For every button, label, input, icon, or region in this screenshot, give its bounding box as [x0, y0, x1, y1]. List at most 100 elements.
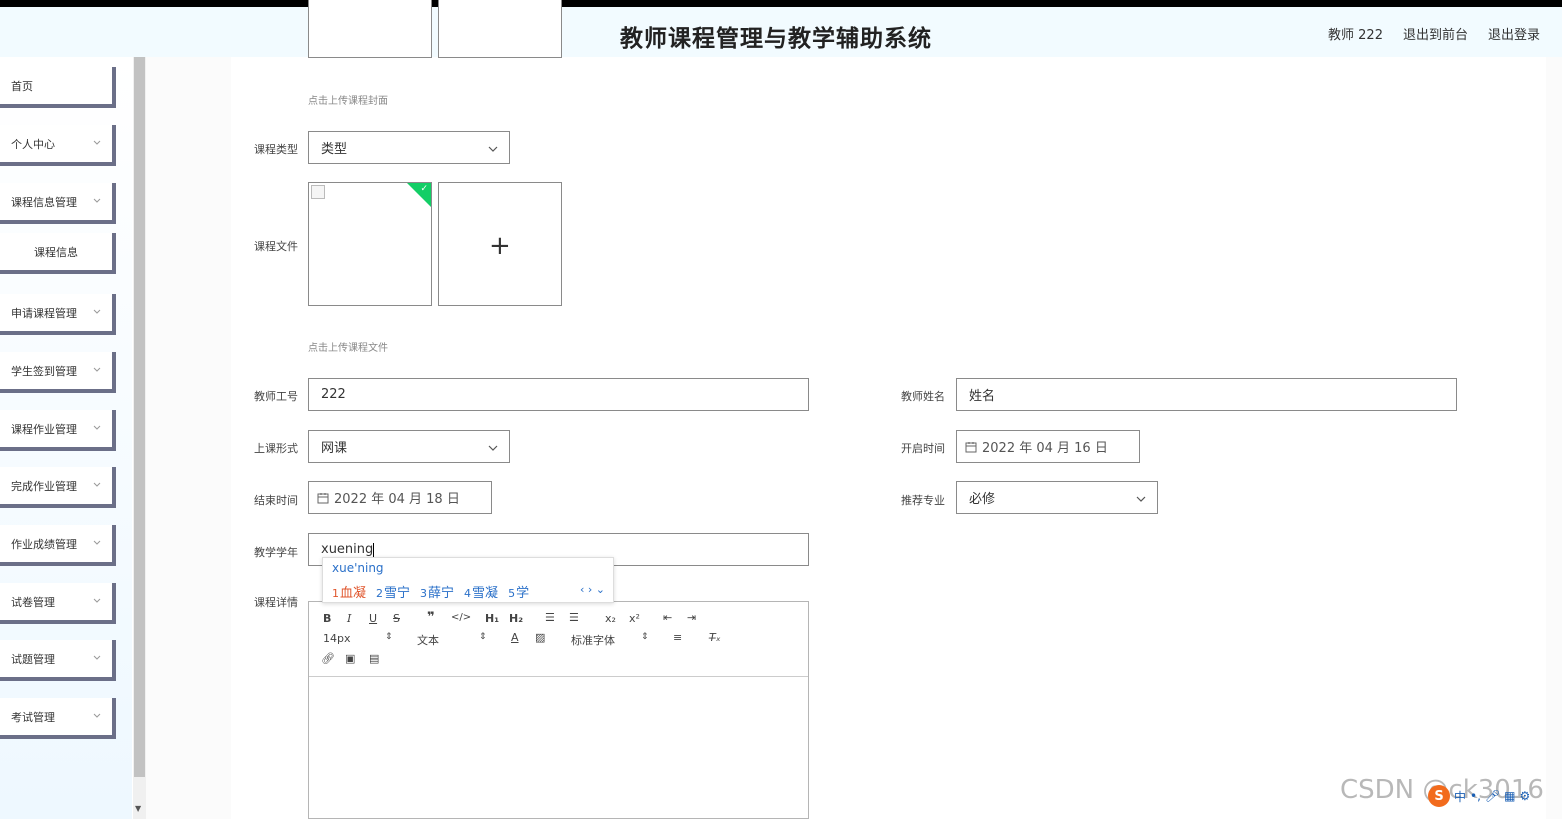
sidebar-item-home[interactable]: 首页: [0, 67, 116, 108]
outdent-icon[interactable]: ⇤: [663, 611, 672, 624]
ordered-list-icon[interactable]: ☰: [545, 611, 555, 624]
chevron-down-icon: [488, 445, 498, 451]
sidebar-item-homework-score-mgmt[interactable]: 作业成绩管理: [0, 525, 116, 566]
app-title: 教师课程管理与教学辅助系统: [620, 26, 932, 52]
align-icon[interactable]: ≡: [673, 631, 682, 644]
link-icon[interactable]: 🔗︎: [321, 652, 335, 665]
settings-icon[interactable]: ⚙: [1520, 789, 1531, 803]
course-file-preview[interactable]: ✓: [308, 182, 432, 306]
text-cursor: [373, 542, 375, 557]
chinese-mode-icon[interactable]: 中: [1454, 788, 1466, 805]
sidebar-item-question-mgmt[interactable]: 试题管理: [0, 640, 116, 681]
font-color-icon[interactable]: A: [511, 631, 519, 644]
subscript-icon[interactable]: x₂: [605, 612, 616, 625]
ime-page-nav-icon[interactable]: ‹ › ⌄: [580, 583, 605, 596]
chevron-down-icon: [1136, 496, 1146, 502]
sidebar-item-exam-mgmt[interactable]: 考试管理: [0, 698, 116, 739]
cover-upload-hint: 点击上传课程封面: [308, 96, 388, 107]
superscript-icon[interactable]: x²: [629, 612, 640, 625]
sidebar-subitem-course-info[interactable]: 课程信息: [0, 233, 116, 274]
class-form-label: 上课形式: [254, 442, 298, 455]
end-time-label: 结束时间: [254, 494, 298, 507]
chevron-down-icon: [93, 655, 101, 660]
calendar-icon: [965, 441, 977, 452]
course-file-label: 课程文件: [254, 240, 298, 253]
ime-candidates: 1血凝 2雪宁 3薛宁 4雪凝 5学: [332, 582, 529, 601]
heading2-icon[interactable]: H₂: [509, 612, 523, 625]
end-time-picker[interactable]: 2022 年 04 月 18 日: [308, 481, 492, 514]
cover-upload-add[interactable]: [438, 0, 562, 58]
heading1-icon[interactable]: H₁: [485, 612, 499, 625]
teacher-name-label: 教师姓名: [901, 390, 945, 403]
image-icon[interactable]: ▣: [345, 652, 355, 665]
sidebar-item-apply-course-mgmt[interactable]: 申请课程管理: [0, 294, 116, 335]
check-icon: ✓: [420, 184, 428, 194]
scroll-down-arrow-icon[interactable]: ▼: [135, 804, 141, 813]
scrollbar-thumb[interactable]: [134, 57, 145, 777]
blockquote-icon[interactable]: ❞: [427, 610, 435, 625]
ime-candidate[interactable]: 4雪凝: [464, 582, 498, 601]
course-file-add-button[interactable]: +: [438, 182, 562, 306]
ime-toolbar: S 中 •, 🎤︎ ▦ ⚙: [1428, 783, 1562, 809]
teacher-id-input[interactable]: 222: [308, 378, 809, 411]
start-time-picker[interactable]: 2022 年 04 月 16 日: [956, 430, 1140, 463]
sidebar-item-student-checkin-mgmt[interactable]: 学生签到管理: [0, 352, 116, 393]
sidebar-item-personal-center[interactable]: 个人中心: [0, 125, 116, 166]
ime-candidate[interactable]: 1血凝: [332, 582, 366, 601]
punctuation-icon[interactable]: •,: [1470, 789, 1481, 803]
ime-pinyin: xue'ning: [332, 561, 384, 575]
bullet-list-icon[interactable]: ☰: [569, 611, 579, 624]
video-icon[interactable]: ▤: [369, 652, 379, 665]
background-color-icon[interactable]: ▨: [535, 631, 545, 644]
ime-candidate[interactable]: 5学: [508, 582, 529, 601]
details-label: 课程详情: [254, 596, 298, 609]
sidebar-item-paper-mgmt[interactable]: 试卷管理: [0, 583, 116, 624]
ime-candidate[interactable]: 3薛宁: [420, 582, 454, 601]
keyboard-icon[interactable]: ▦: [1504, 789, 1515, 803]
school-year-label: 教学学年: [254, 546, 298, 559]
chevron-down-icon: [488, 146, 498, 152]
chevron-down-icon: [93, 598, 101, 603]
chevron-down-icon: [93, 367, 101, 372]
rich-text-editor[interactable]: B I U S ❞ </> H₁ H₂ ☰ ☰ x₂ x² ⇤ ⇥ 14px ⇕…: [308, 601, 809, 819]
teacher-name-input[interactable]: 姓名: [956, 378, 1457, 411]
chevron-down-icon: [93, 140, 101, 145]
start-time-label: 开启时间: [901, 442, 945, 455]
italic-icon[interactable]: I: [347, 612, 351, 625]
microphone-icon[interactable]: 🎤︎: [1485, 789, 1500, 803]
font-size-arrows-icon[interactable]: ⇕: [385, 632, 393, 642]
major-label: 推荐专业: [901, 494, 945, 507]
font-size-select[interactable]: 14px: [323, 632, 351, 645]
paragraph-select[interactable]: 文本: [417, 632, 439, 648]
calendar-icon: [317, 492, 329, 503]
editor-toolbar: B I U S ❞ </> H₁ H₂ ☰ ☰ x₂ x² ⇤ ⇥ 14px ⇕…: [309, 602, 808, 677]
sidebar-item-finished-homework-mgmt[interactable]: 完成作业管理: [0, 467, 116, 508]
font-family-arrows-icon[interactable]: ⇕: [641, 632, 649, 642]
user-name: 教师 222: [1328, 28, 1383, 43]
chevron-down-icon: [93, 309, 101, 314]
class-form-select[interactable]: 网课: [308, 430, 510, 463]
paragraph-arrows-icon[interactable]: ⇕: [479, 632, 487, 642]
cover-upload-preview[interactable]: [308, 0, 432, 58]
bold-icon[interactable]: B: [323, 612, 331, 625]
ime-candidate[interactable]: 2雪宁: [376, 582, 410, 601]
indent-icon[interactable]: ⇥: [687, 611, 696, 624]
sidebar-item-course-homework-mgmt[interactable]: 课程作业管理: [0, 410, 116, 451]
sogou-logo-icon[interactable]: S: [1428, 785, 1450, 807]
major-select[interactable]: 必修: [956, 481, 1158, 514]
header-actions: 教师 222 退出到前台 退出登录: [1328, 24, 1540, 43]
chevron-down-icon: [93, 198, 101, 203]
strike-icon[interactable]: S: [393, 612, 400, 625]
sidebar-item-course-info-mgmt[interactable]: 课程信息管理: [0, 183, 116, 224]
code-icon[interactable]: </>: [451, 612, 471, 623]
course-type-select[interactable]: 类型: [308, 131, 510, 164]
logout-link[interactable]: 退出登录: [1488, 24, 1540, 43]
chevron-down-icon: [93, 482, 101, 487]
underline-icon[interactable]: U: [369, 612, 377, 625]
exit-to-front-link[interactable]: 退出到前台: [1403, 24, 1468, 43]
sidebar-scrollbar[interactable]: ▼: [133, 57, 146, 819]
chevron-down-icon: [93, 425, 101, 430]
clear-format-icon[interactable]: T̶ₓ: [709, 631, 721, 644]
font-family-select[interactable]: 标准字体: [571, 632, 615, 648]
chevron-down-icon: [93, 540, 101, 545]
